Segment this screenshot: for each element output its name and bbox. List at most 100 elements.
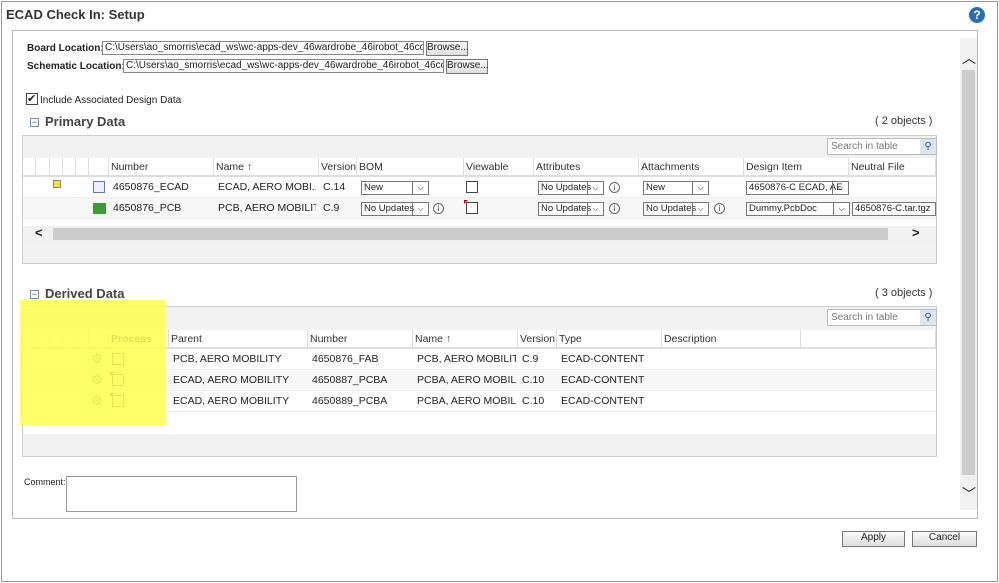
cell-description	[664, 349, 799, 370]
chevron-down-icon[interactable]: ⌵	[412, 182, 428, 194]
column-header-version[interactable]: Version	[319, 158, 357, 176]
table-row[interactable]: ⚙ ECAD, AERO MOBILITY 4650889_PCBA PCBA, AE…	[23, 391, 936, 412]
cell-number[interactable]: 4650876_FAB	[310, 349, 410, 370]
info-icon[interactable]: i	[609, 182, 620, 193]
info-icon[interactable]: i	[433, 203, 444, 214]
column-header-neutral[interactable]: Neutral File	[849, 158, 936, 176]
help-icon[interactable]: ?	[969, 7, 985, 23]
column-header-parent[interactable]: Parent	[169, 330, 308, 348]
board-location-input[interactable]: C:\Users\ao_smorris\ecad_ws\wc-apps-dev_…	[102, 41, 424, 55]
primary-search-input[interactable]: Search in table ⚲	[827, 138, 937, 155]
include-associated-checkbox[interactable]: ✔	[26, 93, 38, 105]
scroll-right-icon[interactable]: >	[912, 225, 920, 240]
process-checkbox[interactable]	[112, 353, 124, 365]
column-header-name[interactable]: Name ↑	[413, 330, 518, 348]
chevron-down-icon[interactable]: ⌵	[412, 203, 428, 215]
column-header-number[interactable]: Number	[308, 330, 413, 348]
column-header-attachments[interactable]: Attachments	[639, 158, 744, 176]
table-row[interactable]: ⚙ PCB, AERO MOBILITY 4650876_FAB PCB, AERO …	[23, 349, 936, 370]
column-header-type[interactable]: Type	[557, 330, 662, 348]
collapse-primary-icon[interactable]: −	[30, 118, 39, 127]
derived-header: Process Parent Number Name ↑ Version Type Desc…	[23, 330, 936, 349]
table-row[interactable]: ⚙ ECAD, AERO MOBILITY 4650887_PCBA PCBA, AE…	[23, 370, 936, 391]
note-icon	[53, 180, 61, 188]
neutral-file-input[interactable]: 4650876-C.tar.tgz	[852, 202, 936, 216]
viewable-checkbox[interactable]	[466, 181, 478, 193]
attributes-select[interactable]: No Updates ⌵	[538, 181, 604, 195]
cell-number[interactable]: 4650887_PCBA	[310, 370, 410, 391]
column-header-bom[interactable]: BOM	[357, 158, 464, 176]
chevron-down-icon[interactable]: ⌵	[587, 203, 603, 215]
scroll-up-icon[interactable]: ︿	[962, 48, 976, 68]
derived-search-input[interactable]: Search in table ⚲	[827, 309, 937, 326]
column-header-version[interactable]: Version	[518, 330, 557, 348]
scroll-down-icon[interactable]: ﹀	[962, 484, 976, 504]
ecad-icon	[93, 181, 105, 193]
attachments-select[interactable]: No Updates ⌵	[643, 202, 709, 216]
schematic-browse-button[interactable]: Browse...	[446, 59, 489, 74]
scrollbar-thumb[interactable]	[53, 228, 888, 240]
cell-name: ECAD, AERO MOBI...	[218, 181, 316, 193]
selector-column	[89, 330, 109, 348]
cell-number[interactable]: 4650876_PCB	[111, 198, 211, 219]
process-gear-icon: ⚙	[91, 352, 103, 366]
cell-type: ECAD-CONTENT	[561, 353, 645, 365]
primary-count: ( 2 objects )	[875, 115, 933, 127]
board-browse-button[interactable]: Browse...	[426, 41, 469, 56]
schematic-location-input[interactable]: C:\Users\ao_smorris\ecad_ws\wc-apps-dev_…	[123, 59, 444, 73]
bom-select[interactable]: New ⌵	[361, 181, 429, 195]
cell-name: PCBA, AERO MOBIL...	[417, 395, 516, 407]
flag-icon	[110, 372, 114, 376]
design-item-select[interactable]: Dummy.PcbDoc ⌵	[746, 202, 850, 216]
selector-column	[63, 330, 76, 348]
design-item-select[interactable]: 4650876-C ECAD, AE ⌵	[746, 181, 849, 195]
column-header-viewable[interactable]: Viewable	[464, 158, 534, 176]
apply-button[interactable]: Apply	[842, 531, 905, 547]
column-header-process[interactable]: Process	[109, 330, 169, 348]
schematic-location-label: Schematic Location:	[27, 61, 125, 72]
derived-count: ( 3 objects )	[875, 287, 933, 299]
comment-textarea[interactable]	[66, 476, 297, 512]
cell-description	[664, 370, 799, 391]
chevron-down-icon[interactable]: ⌵	[832, 182, 848, 194]
selector-column	[76, 158, 89, 176]
info-icon[interactable]: i	[714, 203, 725, 214]
flag-icon	[110, 393, 114, 397]
scroll-left-icon[interactable]: <	[35, 225, 43, 240]
collapse-derived-icon[interactable]: −	[30, 290, 39, 299]
horizontal-scrollbar[interactable]: < >	[23, 225, 936, 242]
cell-description	[664, 391, 799, 412]
column-header-design[interactable]: Design Item	[744, 158, 849, 176]
cell-number[interactable]: 4650889_PCBA	[310, 391, 410, 412]
chevron-down-icon[interactable]: ⌵	[692, 203, 708, 215]
column-header-number[interactable]: Number	[109, 158, 214, 176]
chevron-down-icon[interactable]: ⌵	[692, 182, 708, 194]
search-icon[interactable]: ⚲	[920, 139, 936, 154]
selector-column	[89, 158, 109, 176]
dialog-title: ECAD Check In: Setup	[6, 7, 145, 22]
attributes-select[interactable]: No Updates ⌵	[538, 202, 604, 216]
chevron-down-icon[interactable]: ⌵	[833, 203, 849, 215]
pcb-icon	[93, 203, 106, 214]
column-header-attributes[interactable]: Attributes	[534, 158, 639, 176]
cell-parent: ECAD, AERO MOBILITY	[173, 374, 290, 386]
derived-data-title: Derived Data	[45, 286, 125, 301]
search-icon[interactable]: ⚲	[920, 310, 936, 325]
column-header-description[interactable]: Description	[662, 330, 801, 348]
cell-number[interactable]: 4650876_ECAD	[111, 177, 211, 198]
table-row[interactable]: 4650876_PCB PCB, AERO MOBILITY C.9 No Updat…	[23, 198, 936, 219]
selector-column	[76, 330, 89, 348]
selector-column	[63, 158, 76, 176]
cancel-button[interactable]: Cancel	[912, 531, 977, 547]
column-header-name[interactable]: Name ↑	[214, 158, 319, 176]
cell-version: C.9	[522, 353, 539, 365]
table-row[interactable]: 4650876_ECAD ECAD, AERO MOBI... C.14 New ⌵ No…	[23, 177, 936, 198]
chevron-down-icon[interactable]: ⌵	[587, 182, 603, 194]
selector-column	[50, 330, 63, 348]
bom-select[interactable]: No Updates ⌵	[361, 202, 429, 216]
process-gear-icon: ⚙	[91, 394, 103, 408]
primary-data-table: Search in table ⚲ Number Name ↑ Version BOM V…	[22, 135, 937, 264]
scrollbar-thumb[interactable]	[962, 70, 975, 475]
info-icon[interactable]: i	[609, 203, 620, 214]
attachments-select[interactable]: New ⌵	[643, 181, 709, 195]
